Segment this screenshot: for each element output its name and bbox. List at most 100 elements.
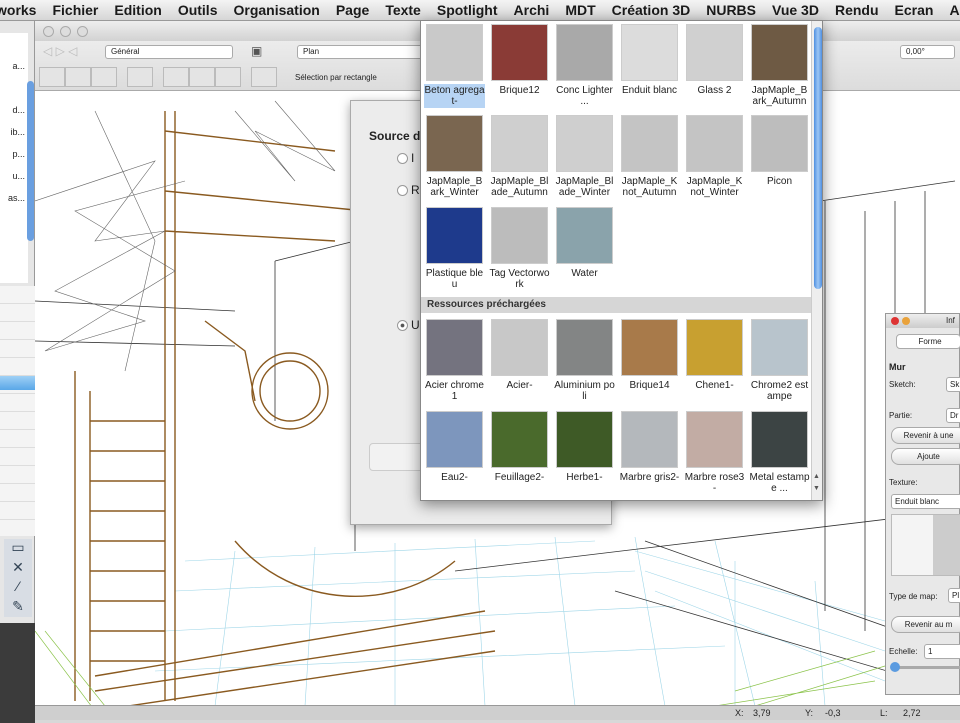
menu-item[interactable]: Archi	[514, 2, 550, 18]
texture-thumbnail	[686, 115, 743, 172]
mode-button-5[interactable]	[163, 67, 189, 87]
mode-button-7[interactable]	[215, 67, 241, 87]
source-radio-3[interactable]	[397, 320, 408, 331]
menu-item[interactable]: Vue 3D	[772, 2, 819, 18]
menu-item[interactable]: Page	[336, 2, 369, 18]
layer-list-selected-row[interactable]	[0, 376, 35, 390]
class-popup[interactable]: Général	[105, 45, 233, 59]
texture-tile[interactable]: Beton agregat-	[424, 24, 485, 108]
palette-item[interactable]	[0, 77, 28, 99]
palette-item[interactable]: d...	[0, 99, 28, 121]
info-close-button[interactable]	[891, 317, 899, 325]
tool-palette: ▭ ✕ ⁄ ✎	[4, 539, 32, 617]
palette-item[interactable]: as...	[0, 187, 28, 209]
partie-popup[interactable]: Dr	[946, 408, 960, 423]
palette-item[interactable]: u...	[0, 165, 28, 187]
scale-field[interactable]: 1	[924, 644, 960, 659]
texture-tile[interactable]: Marbre rose3-	[684, 411, 745, 495]
texture-tile[interactable]: Chene1-	[684, 319, 745, 392]
dark-panel	[0, 623, 35, 723]
scroll-up-arrow-icon[interactable]: ▲	[813, 473, 820, 480]
pen-tool-icon[interactable]: ✎	[4, 598, 32, 618]
texture-tile[interactable]: Plastique bleu	[424, 207, 485, 291]
texture-tile[interactable]: Brique12	[489, 24, 550, 97]
menu-item[interactable]: Edition	[114, 2, 161, 18]
menu-item[interactable]: Organisation	[233, 2, 319, 18]
menu-item[interactable]: Aide	[949, 2, 960, 18]
texture-tile[interactable]: Acier chrome1	[424, 319, 485, 403]
scale-slider-knob[interactable]	[889, 662, 900, 672]
menu-item[interactable]: Texte	[385, 2, 421, 18]
close-button[interactable]	[43, 25, 54, 37]
menu-item[interactable]: MDT	[565, 2, 595, 18]
texture-tile[interactable]: Glass 2	[684, 24, 745, 97]
selection-mode-label: Sélection par rectangle	[295, 73, 377, 82]
texture-tile[interactable]: Marbre gris2-	[619, 411, 680, 484]
object-type: Mur	[889, 362, 906, 372]
menu-item[interactable]: Outils	[178, 2, 218, 18]
texture-label: Beton agregat-	[424, 84, 485, 108]
menu-item[interactable]: Rendu	[835, 2, 879, 18]
texture-tile[interactable]: Brique14	[619, 319, 680, 392]
texture-tile[interactable]: JapMaple_Bark_Autumn	[749, 24, 810, 108]
palette-item[interactable]: p...	[0, 143, 28, 165]
mode-button-3[interactable]	[91, 67, 117, 87]
texture-tile[interactable]: Tag Vectorwork	[489, 207, 550, 291]
menu-item[interactable]: Ecran	[895, 2, 934, 18]
scroll-down-arrow-icon[interactable]: ▼	[813, 485, 820, 492]
texture-tile[interactable]: JapMaple_Knot_Winter	[684, 115, 745, 199]
zoom-button[interactable]	[77, 25, 88, 37]
texture-tile[interactable]: JapMaple_Blade_Winter	[554, 115, 615, 199]
angle-field[interactable]: 0,00°	[900, 45, 955, 59]
texture-tile[interactable]: Picon	[749, 115, 810, 188]
texture-tile[interactable]: Feuillage2-	[489, 411, 550, 484]
texture-popup[interactable]: Enduit blanc	[891, 494, 960, 509]
mode-button-2[interactable]	[65, 67, 91, 87]
scroll-thumb[interactable]	[814, 27, 822, 289]
texture-tile[interactable]: Chrome2 estampe	[749, 319, 810, 403]
texture-scrollbar[interactable]: ▲ ▼	[811, 21, 822, 500]
source-radio-1[interactable]	[397, 153, 408, 164]
menu-item[interactable]: works	[0, 2, 36, 18]
sketch-popup[interactable]: Sk	[946, 377, 960, 392]
texture-tile[interactable]: Water	[554, 207, 615, 280]
map-type-popup[interactable]: Pl	[948, 588, 960, 603]
mode-button-4[interactable]	[127, 67, 153, 87]
cross-tool-icon[interactable]: ✕	[4, 559, 32, 579]
revert-map-button[interactable]: Revenir au m	[891, 616, 960, 633]
rectangle-tool-icon[interactable]: ▭	[4, 539, 32, 559]
scale-slider[interactable]	[889, 662, 960, 672]
palette-item[interactable]: a...	[0, 55, 28, 77]
texture-tile[interactable]: Herbe1-	[554, 411, 615, 484]
texture-tile[interactable]: Aluminium poli	[554, 319, 615, 403]
texture-tile[interactable]: Conc Lighter ...	[554, 24, 615, 108]
line-tool-icon[interactable]: ⁄	[4, 578, 32, 598]
menu-item[interactable]: Spotlight	[437, 2, 498, 18]
source-radio-2[interactable]	[397, 185, 408, 196]
info-minimize-button[interactable]	[902, 317, 910, 325]
layer-popup[interactable]: Plan	[297, 45, 425, 59]
revert-button[interactable]: Revenir à une	[891, 427, 960, 444]
palette-item[interactable]: ib...	[0, 121, 28, 143]
texture-tile[interactable]: Metal estampe ...	[749, 411, 810, 495]
texture-tile[interactable]: Enduit blanc	[619, 24, 680, 97]
menu-item[interactable]: Fichier	[52, 2, 98, 18]
back-forward-icon[interactable]: ◁ ▷ ◁	[43, 44, 77, 58]
texture-tile[interactable]: Eau2-	[424, 411, 485, 484]
minimize-button[interactable]	[60, 25, 71, 37]
tab-forme[interactable]: Forme	[896, 334, 960, 349]
mode-button-1[interactable]	[39, 67, 65, 87]
menu-item[interactable]: NURBS	[706, 2, 756, 18]
palette-item[interactable]	[0, 33, 28, 55]
palette-scrollbar[interactable]	[27, 81, 34, 241]
texture-tile[interactable]: JapMaple_Bark_Winter	[424, 115, 485, 199]
texture-tile[interactable]: JapMaple_Knot_Autumn	[619, 115, 680, 199]
texture-tile[interactable]: JapMaple_Blade_Autumn	[489, 115, 550, 199]
menu-item[interactable]: Création 3D	[612, 2, 691, 18]
add-button[interactable]: Ajoute	[891, 448, 960, 465]
mode-button-6[interactable]	[189, 67, 215, 87]
texture-thumbnail	[751, 24, 808, 81]
mode-button-8[interactable]	[251, 67, 277, 87]
texture-tile[interactable]: Acier-	[489, 319, 550, 392]
layers-icon[interactable]: ▣	[251, 44, 262, 58]
